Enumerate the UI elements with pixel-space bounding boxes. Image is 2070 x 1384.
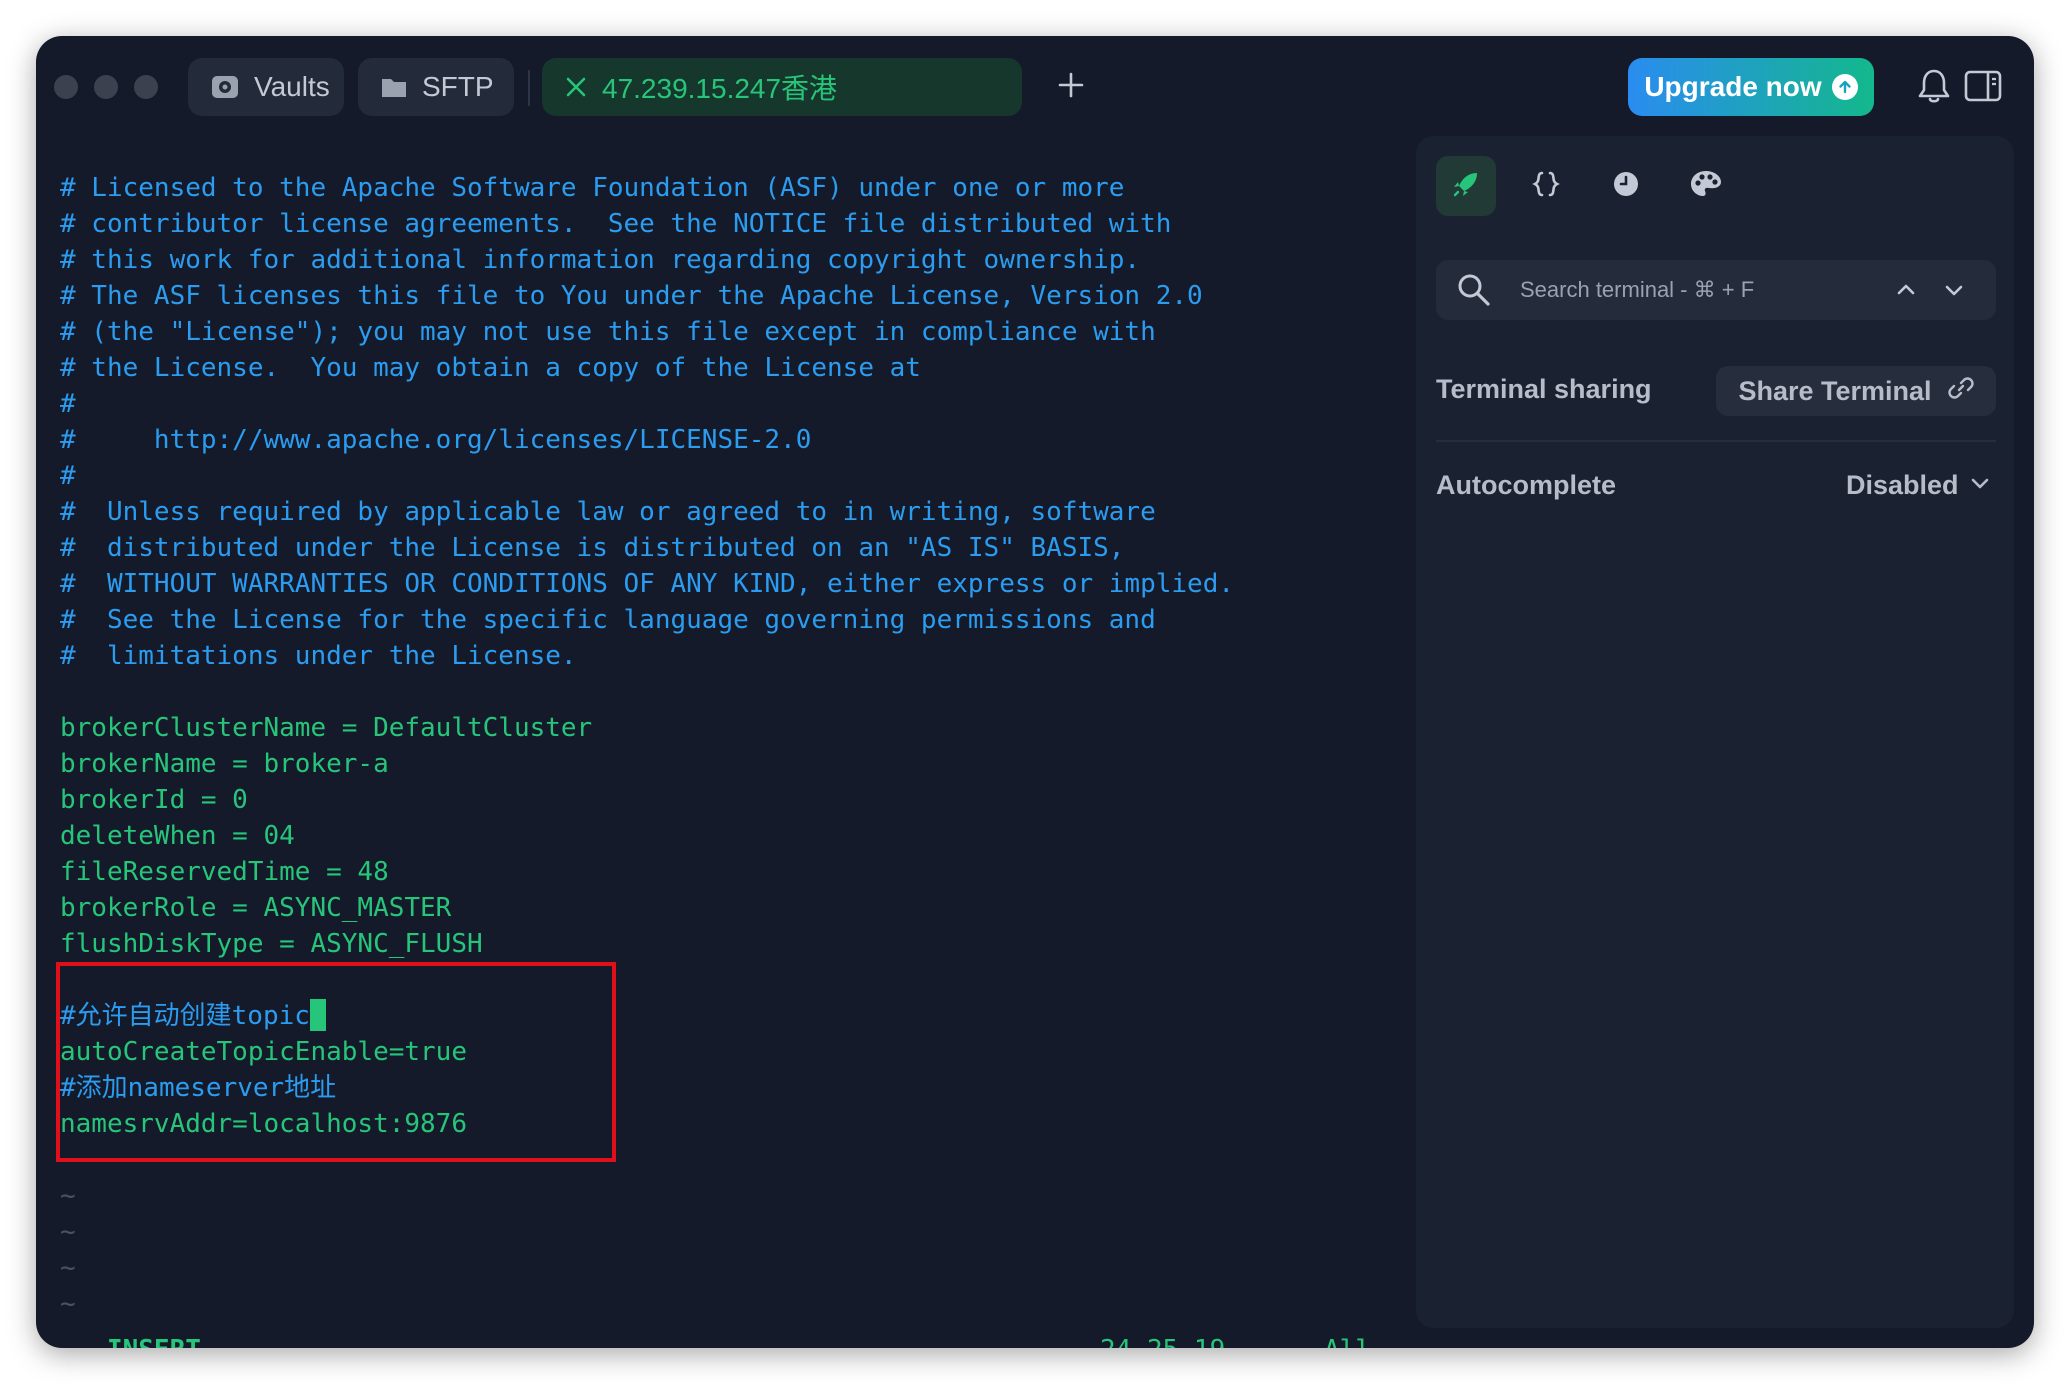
chevron-up-icon[interactable] — [1894, 278, 1918, 307]
app-window: Vaults SFTP 47.239.15.247香港 Upgrade now … — [36, 36, 2034, 1348]
toggle-side-panel-button[interactable] — [1964, 70, 2002, 107]
vim-mode-indicator: -- INSERT -- — [60, 1332, 248, 1348]
cursor-position: 24,25-19 — [1100, 1332, 1225, 1348]
tab-sftp-label: SFTP — [422, 71, 494, 102]
chevron-down-icon[interactable] — [1942, 278, 1966, 307]
license-line: # http://www.apache.org/licenses/LICENSE… — [60, 425, 812, 455]
license-line: # The ASF licenses this file to You unde… — [60, 281, 1203, 311]
added-comment-line: #允许自动创建topic — [60, 998, 326, 1034]
config-line: fileReservedTime = 48 — [60, 857, 389, 887]
tab-sftp[interactable]: SFTP — [358, 58, 514, 116]
window-close-button[interactable] — [54, 75, 78, 99]
empty-line-marker: ~ — [60, 1217, 76, 1247]
license-line: # Licensed to the Apache Software Founda… — [60, 173, 1125, 203]
license-line: # contributor license agreements. See th… — [60, 209, 1172, 239]
config-line: brokerRole = ASYNC_MASTER — [60, 893, 452, 923]
config-line: brokerName = broker-a — [60, 749, 389, 779]
window-minimize-button[interactable] — [94, 75, 118, 99]
license-line: # — [60, 389, 76, 419]
search-placeholder: Search terminal - ⌘ + F — [1520, 277, 1755, 302]
license-line: # — [60, 461, 76, 491]
empty-line-marker: ~ — [60, 1181, 76, 1211]
tab-host[interactable]: 47.239.15.247香港 — [542, 58, 1022, 116]
side-tab-themes[interactable] — [1676, 156, 1736, 216]
tab-vaults-label: Vaults — [254, 71, 330, 102]
close-icon[interactable] — [564, 75, 588, 99]
config-line: flushDiskType = ASYNC_FLUSH — [60, 929, 483, 959]
scroll-position: All — [1324, 1332, 1371, 1348]
license-line: # this work for additional information r… — [60, 245, 1141, 275]
autocomplete-dropdown[interactable]: Disabled — [1846, 470, 1991, 501]
tab-divider — [528, 70, 530, 106]
share-terminal-button[interactable]: Share Terminal — [1716, 366, 1996, 416]
plus-icon — [1058, 72, 1084, 103]
vault-icon — [210, 72, 240, 102]
side-panel: Search terminal - ⌘ + F Terminal sharing… — [1416, 136, 2014, 1328]
upgrade-label: Upgrade now — [1644, 71, 1822, 102]
tab-vaults[interactable]: Vaults — [188, 58, 344, 116]
arrow-up-icon — [1831, 74, 1858, 100]
license-line: # the License. You may obtain a copy of … — [60, 353, 921, 383]
license-line: # (the "License"); you may not use this … — [60, 317, 1156, 347]
empty-line-marker: ~ — [60, 1289, 76, 1319]
text-cursor — [309, 998, 326, 1031]
added-config-line: autoCreateTopicEnable=true — [60, 1037, 467, 1067]
license-line: # WITHOUT WARRANTIES OR CONDITIONS OF AN… — [60, 569, 1234, 599]
added-config-line: namesrvAddr=localhost:9876 — [60, 1109, 467, 1139]
sidebar-icon — [1964, 70, 2002, 106]
terminal-view[interactable]: # Licensed to the Apache Software Founda… — [56, 132, 1420, 1348]
license-line: # Unless required by applicable law or a… — [60, 497, 1156, 527]
clock-icon — [1611, 169, 1641, 204]
autocomplete-value: Disabled — [1846, 470, 1959, 500]
search-icon — [1456, 272, 1492, 313]
side-tab-snippets[interactable] — [1516, 156, 1576, 216]
config-line: brokerClusterName = DefaultCluster — [60, 713, 593, 743]
new-tab-button[interactable] — [1046, 62, 1096, 112]
bell-icon — [1916, 69, 1952, 110]
terminal-sharing-label: Terminal sharing — [1436, 374, 1652, 404]
tab-host-label: 47.239.15.247香港 — [602, 73, 838, 104]
license-line: # distributed under the License is distr… — [60, 533, 1125, 563]
link-icon — [1947, 375, 1974, 408]
folder-icon — [380, 74, 408, 100]
config-line: brokerId = 0 — [60, 785, 248, 815]
palette-icon — [1689, 169, 1723, 204]
side-tab-history[interactable] — [1596, 156, 1656, 216]
license-line: # limitations under the License. — [60, 641, 577, 671]
title-bar: Vaults SFTP 47.239.15.247香港 Upgrade now — [36, 36, 2034, 136]
search-terminal-field[interactable]: Search terminal - ⌘ + F — [1436, 260, 1996, 320]
config-line: deleteWhen = 04 — [60, 821, 295, 851]
license-line: # See the License for the specific langu… — [60, 605, 1156, 635]
chevron-down-icon — [1969, 470, 1991, 501]
upgrade-button[interactable]: Upgrade now — [1628, 58, 1874, 116]
added-comment-text: #允许自动创建topic — [60, 1001, 310, 1031]
notifications-button[interactable] — [1916, 66, 1952, 111]
share-terminal-label: Share Terminal — [1738, 375, 1932, 406]
braces-icon — [1531, 169, 1561, 204]
side-tab-quick-connect[interactable] — [1436, 156, 1496, 216]
section-divider — [1436, 440, 1996, 442]
window-maximize-button[interactable] — [134, 75, 158, 99]
empty-line-marker: ~ — [60, 1145, 76, 1175]
empty-line-marker: ~ — [60, 1253, 76, 1283]
autocomplete-label: Autocomplete — [1436, 470, 1617, 500]
added-comment-line: #添加nameserver地址 — [60, 1073, 337, 1103]
rocket-icon — [1451, 169, 1481, 204]
